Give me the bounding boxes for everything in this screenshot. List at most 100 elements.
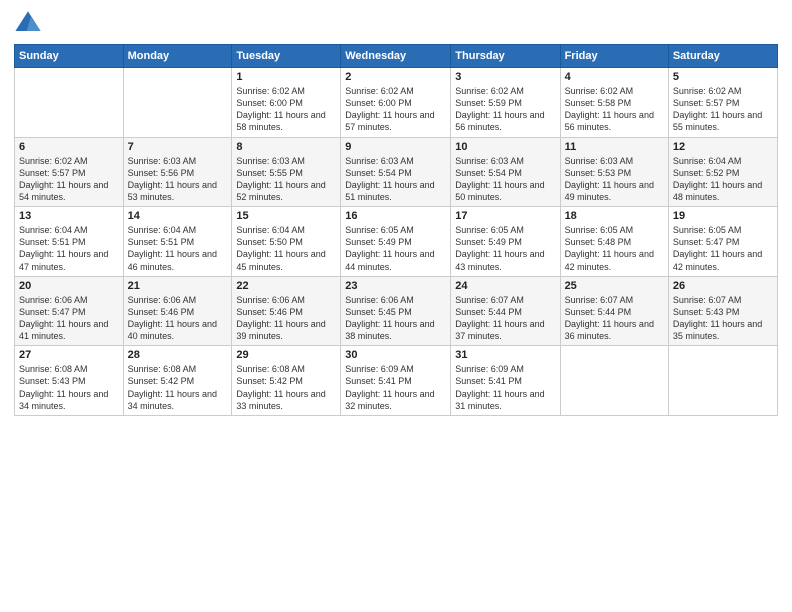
calendar-cell: 15 Sunrise: 6:04 AM Sunset: 5:50 PM Dayli… — [232, 207, 341, 277]
day-number: 18 — [565, 210, 664, 222]
calendar-cell: 30 Sunrise: 6:09 AM Sunset: 5:41 PM Dayli… — [341, 346, 451, 416]
day-number: 27 — [19, 349, 119, 361]
day-info: Sunrise: 6:07 AM Sunset: 5:43 PM Dayligh… — [673, 294, 773, 343]
day-info: Sunrise: 6:02 AM Sunset: 6:00 PM Dayligh… — [345, 85, 446, 134]
day-info: Sunrise: 6:03 AM Sunset: 5:55 PM Dayligh… — [236, 155, 336, 204]
day-info: Sunrise: 6:05 AM Sunset: 5:48 PM Dayligh… — [565, 224, 664, 273]
calendar-cell: 8 Sunrise: 6:03 AM Sunset: 5:55 PM Daylig… — [232, 137, 341, 207]
header-sunday: Sunday — [15, 45, 124, 68]
day-number: 21 — [128, 280, 228, 292]
day-info: Sunrise: 6:05 AM Sunset: 5:49 PM Dayligh… — [345, 224, 446, 273]
day-info: Sunrise: 6:06 AM Sunset: 5:47 PM Dayligh… — [19, 294, 119, 343]
calendar-cell: 10Sunrise: 6:03 AM Sunset: 5:54 PM Dayli… — [451, 137, 560, 207]
day-info: Sunrise: 6:06 AM Sunset: 5:46 PM Dayligh… — [236, 294, 336, 343]
calendar-cell: 16 Sunrise: 6:05 AM Sunset: 5:49 PM Dayli… — [341, 207, 451, 277]
day-info: Sunrise: 6:03 AM Sunset: 5:53 PM Dayligh… — [565, 155, 664, 204]
day-info: Sunrise: 6:02 AM Sunset: 6:00 PM Dayligh… — [236, 85, 336, 134]
calendar-cell — [560, 346, 668, 416]
calendar-table: SundayMondayTuesdayWednesdayThursdayFrid… — [14, 44, 778, 416]
calendar-cell: 29 Sunrise: 6:08 AM Sunset: 5:42 PM Dayli… — [232, 346, 341, 416]
day-info: Sunrise: 6:02 AM Sunset: 5:58 PM Dayligh… — [565, 85, 664, 134]
header-tuesday: Tuesday — [232, 45, 341, 68]
header-wednesday: Wednesday — [341, 45, 451, 68]
day-number: 16 — [345, 210, 446, 222]
calendar-cell: 3Sunrise: 6:02 AM Sunset: 5:59 PM Daylig… — [451, 68, 560, 138]
day-info: Sunrise: 6:07 AM Sunset: 5:44 PM Dayligh… — [565, 294, 664, 343]
calendar-cell — [15, 68, 124, 138]
day-info: Sunrise: 6:02 AM Sunset: 5:57 PM Dayligh… — [673, 85, 773, 134]
calendar-cell: 4 Sunrise: 6:02 AM Sunset: 5:58 PM Daylig… — [560, 68, 668, 138]
day-number: 22 — [236, 280, 336, 292]
day-info: Sunrise: 6:05 AM Sunset: 5:49 PM Dayligh… — [455, 224, 555, 273]
day-info: Sunrise: 6:09 AM Sunset: 5:41 PM Dayligh… — [345, 363, 446, 412]
day-info: Sunrise: 6:03 AM Sunset: 5:56 PM Dayligh… — [128, 155, 228, 204]
day-info: Sunrise: 6:02 AM Sunset: 5:57 PM Dayligh… — [19, 155, 119, 204]
day-number: 17 — [455, 210, 555, 222]
calendar-cell: 28Sunrise: 6:08 AM Sunset: 5:42 PM Dayli… — [123, 346, 232, 416]
header-saturday: Saturday — [668, 45, 777, 68]
day-info: Sunrise: 6:07 AM Sunset: 5:44 PM Dayligh… — [455, 294, 555, 343]
calendar-cell: 17 Sunrise: 6:05 AM Sunset: 5:49 PM Dayli… — [451, 207, 560, 277]
calendar-cell: 25Sunrise: 6:07 AM Sunset: 5:44 PM Dayli… — [560, 276, 668, 346]
day-info: Sunrise: 6:04 AM Sunset: 5:51 PM Dayligh… — [19, 224, 119, 273]
calendar-cell: 23 Sunrise: 6:06 AM Sunset: 5:45 PM Dayli… — [341, 276, 451, 346]
day-number: 29 — [236, 349, 336, 361]
day-number: 13 — [19, 210, 119, 222]
week-row-1: 6 Sunrise: 6:02 AM Sunset: 5:57 PM Daylig… — [15, 137, 778, 207]
calendar-cell: 14Sunrise: 6:04 AM Sunset: 5:51 PM Dayli… — [123, 207, 232, 277]
logo — [14, 10, 46, 38]
logo-icon — [14, 10, 42, 38]
calendar-container: SundayMondayTuesdayWednesdayThursdayFrid… — [0, 0, 792, 424]
header-row-days: SundayMondayTuesdayWednesdayThursdayFrid… — [15, 45, 778, 68]
day-number: 2 — [345, 71, 446, 83]
day-info: Sunrise: 6:04 AM Sunset: 5:50 PM Dayligh… — [236, 224, 336, 273]
calendar-cell: 18 Sunrise: 6:05 AM Sunset: 5:48 PM Dayli… — [560, 207, 668, 277]
calendar-cell: 24 Sunrise: 6:07 AM Sunset: 5:44 PM Dayli… — [451, 276, 560, 346]
day-info: Sunrise: 6:03 AM Sunset: 5:54 PM Dayligh… — [345, 155, 446, 204]
day-number: 10 — [455, 141, 555, 153]
calendar-tbody: 1 Sunrise: 6:02 AM Sunset: 6:00 PM Daylig… — [15, 68, 778, 416]
calendar-cell: 21Sunrise: 6:06 AM Sunset: 5:46 PM Dayli… — [123, 276, 232, 346]
header-friday: Friday — [560, 45, 668, 68]
day-number: 5 — [673, 71, 773, 83]
header-row — [14, 10, 778, 38]
calendar-cell: 27Sunrise: 6:08 AM Sunset: 5:43 PM Dayli… — [15, 346, 124, 416]
week-row-2: 13 Sunrise: 6:04 AM Sunset: 5:51 PM Dayli… — [15, 207, 778, 277]
calendar-cell: 5 Sunrise: 6:02 AM Sunset: 5:57 PM Daylig… — [668, 68, 777, 138]
calendar-cell: 7Sunrise: 6:03 AM Sunset: 5:56 PM Daylig… — [123, 137, 232, 207]
calendar-cell: 11 Sunrise: 6:03 AM Sunset: 5:53 PM Dayli… — [560, 137, 668, 207]
day-number: 8 — [236, 141, 336, 153]
day-number: 11 — [565, 141, 664, 153]
day-number: 1 — [236, 71, 336, 83]
calendar-cell: 22 Sunrise: 6:06 AM Sunset: 5:46 PM Dayli… — [232, 276, 341, 346]
calendar-cell: 2 Sunrise: 6:02 AM Sunset: 6:00 PM Daylig… — [341, 68, 451, 138]
week-row-0: 1 Sunrise: 6:02 AM Sunset: 6:00 PM Daylig… — [15, 68, 778, 138]
day-info: Sunrise: 6:09 AM Sunset: 5:41 PM Dayligh… — [455, 363, 555, 412]
day-info: Sunrise: 6:08 AM Sunset: 5:42 PM Dayligh… — [236, 363, 336, 412]
day-number: 6 — [19, 141, 119, 153]
day-number: 26 — [673, 280, 773, 292]
day-number: 4 — [565, 71, 664, 83]
header-thursday: Thursday — [451, 45, 560, 68]
day-info: Sunrise: 6:04 AM Sunset: 5:51 PM Dayligh… — [128, 224, 228, 273]
day-number: 23 — [345, 280, 446, 292]
day-number: 24 — [455, 280, 555, 292]
day-info: Sunrise: 6:04 AM Sunset: 5:52 PM Dayligh… — [673, 155, 773, 204]
day-number: 19 — [673, 210, 773, 222]
day-number: 3 — [455, 71, 555, 83]
day-number: 15 — [236, 210, 336, 222]
week-row-3: 20 Sunrise: 6:06 AM Sunset: 5:47 PM Dayli… — [15, 276, 778, 346]
day-number: 12 — [673, 141, 773, 153]
day-info: Sunrise: 6:05 AM Sunset: 5:47 PM Dayligh… — [673, 224, 773, 273]
calendar-cell: 13 Sunrise: 6:04 AM Sunset: 5:51 PM Dayli… — [15, 207, 124, 277]
calendar-cell: 12 Sunrise: 6:04 AM Sunset: 5:52 PM Dayli… — [668, 137, 777, 207]
calendar-cell: 6 Sunrise: 6:02 AM Sunset: 5:57 PM Daylig… — [15, 137, 124, 207]
calendar-cell: 31 Sunrise: 6:09 AM Sunset: 5:41 PM Dayli… — [451, 346, 560, 416]
day-info: Sunrise: 6:06 AM Sunset: 5:45 PM Dayligh… — [345, 294, 446, 343]
day-number: 30 — [345, 349, 446, 361]
week-row-4: 27Sunrise: 6:08 AM Sunset: 5:43 PM Dayli… — [15, 346, 778, 416]
calendar-thead: SundayMondayTuesdayWednesdayThursdayFrid… — [15, 45, 778, 68]
day-number: 31 — [455, 349, 555, 361]
calendar-cell — [123, 68, 232, 138]
day-number: 20 — [19, 280, 119, 292]
